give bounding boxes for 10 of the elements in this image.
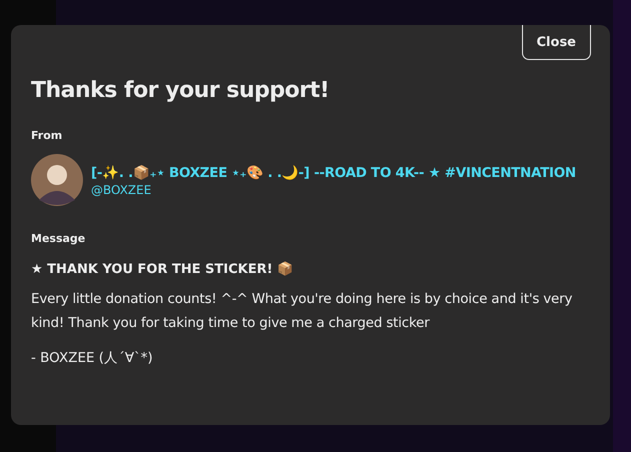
- sender-handle: @BOXZEE: [91, 182, 152, 196]
- message-body: Every little donation counts! ^-^ What you're doing here is by choice and it's very kind! Thank you for taking time to give me a charged sticker: [31, 290, 574, 333]
- avatar: [31, 154, 83, 206]
- message-label: Message: [31, 232, 86, 245]
- message-headline: ★ THANK YOU FOR THE STICKER! 📦: [31, 261, 294, 277]
- close-button[interactable]: Close: [522, 25, 591, 60]
- dialog-title: Thanks for your support!: [31, 78, 330, 103]
- from-label: From: [31, 129, 64, 142]
- message-signature: - BOXZEE (人´∀`*): [31, 349, 154, 367]
- sender-name: [-✨. .📦₊⋆ BOXZEE ⋆₊🎨 . .🌙-] --ROAD TO 4K-- ★ #VINCENTNATION: [91, 164, 576, 180]
